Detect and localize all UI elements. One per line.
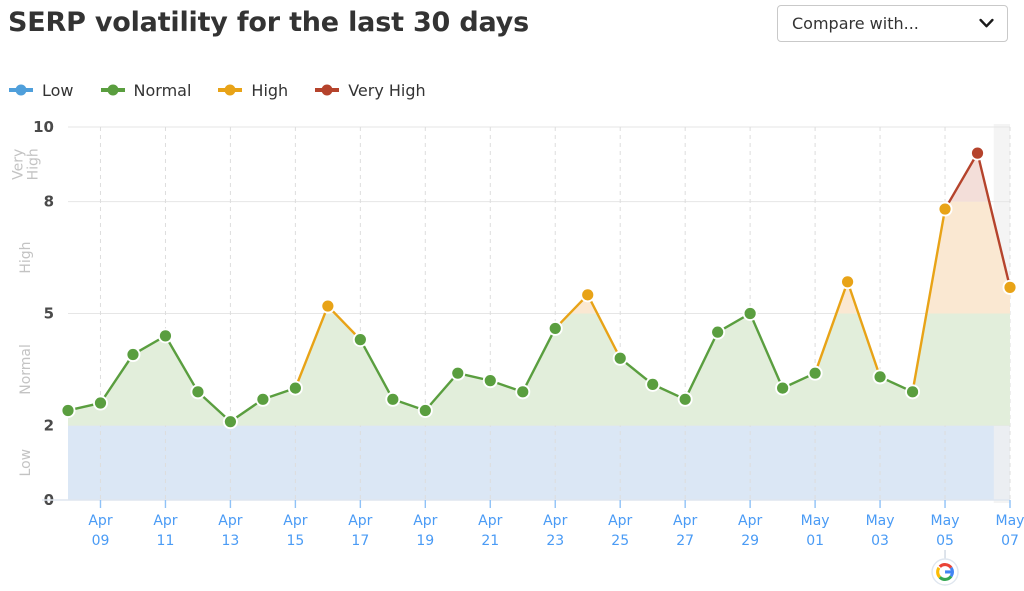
data-point[interactable] — [94, 397, 107, 409]
data-point[interactable] — [906, 386, 919, 398]
data-point[interactable] — [809, 367, 821, 379]
data-point[interactable] — [387, 393, 399, 405]
x-axis-tick-label-month: Apr — [348, 513, 372, 529]
data-point[interactable] — [257, 393, 269, 405]
data-point[interactable] — [452, 367, 464, 379]
data-point[interactable] — [777, 382, 789, 394]
x-axis-tick-label-day: 27 — [676, 533, 694, 549]
x-axis-tick-label-month: Apr — [283, 513, 307, 529]
x-axis-tick-label-day: 19 — [416, 533, 434, 549]
x-axis-tick-label-day: 09 — [92, 533, 110, 549]
chart-area: 0 2 5 8 10 Low Normal High Very High Apr 09 Apr 11 Apr… — [0, 112, 1024, 591]
x-axis-tick-label-day: 15 — [286, 533, 304, 549]
volatility-line-chart: 025810LowNormalHighVery HighApr09Apr11Apr… — [11, 118, 1024, 586]
legend-label: Very High — [348, 80, 426, 100]
legend-marker-icon — [315, 84, 340, 96]
data-point[interactable] — [484, 375, 496, 387]
legend-item-very_high[interactable]: Very High — [314, 80, 426, 100]
x-axis-tick-label-month: Apr — [673, 513, 697, 529]
legend-marker-icon — [100, 84, 125, 96]
x-axis-tick-label-day: 13 — [221, 533, 239, 549]
x-axis-tick-label-day: 11 — [157, 533, 175, 549]
data-point[interactable] — [192, 386, 204, 398]
x-axis-tick-label-month: Apr — [218, 513, 242, 529]
legend-label: High — [251, 80, 289, 100]
x-axis-tick-label-month: Apr — [738, 513, 762, 529]
x-axis-tick-label-day: 25 — [611, 533, 629, 549]
data-point[interactable] — [874, 371, 886, 383]
compare-with-dropdown[interactable]: Compare with... — [777, 5, 1008, 42]
data-point[interactable] — [224, 416, 237, 428]
y-axis-tick-label: 5 — [44, 305, 54, 323]
data-point[interactable] — [582, 289, 594, 301]
legend-marker-icon — [9, 84, 33, 96]
data-point[interactable] — [322, 300, 334, 312]
x-axis-tick-label-day: 29 — [741, 533, 759, 549]
y-axis-band-label: Very — [11, 149, 27, 180]
data-point[interactable] — [354, 334, 366, 346]
data-point[interactable] — [647, 378, 659, 390]
data-point[interactable] — [1004, 281, 1016, 293]
chevron-down-icon — [979, 18, 994, 28]
x-axis-tick-label-month: Apr — [413, 513, 437, 529]
y-axis-band-label: Normal — [18, 344, 34, 395]
data-point[interactable] — [679, 393, 691, 405]
y-axis-tick-label: 10 — [33, 118, 54, 136]
page-title: SERP volatility for the last 30 days — [8, 7, 529, 38]
legend-item-normal[interactable]: Normal — [100, 80, 192, 100]
compare-with-label: Compare with... — [792, 14, 919, 33]
x-axis-tick-label-month: May — [996, 513, 1024, 529]
y-axis-tick-label: 2 — [44, 416, 54, 434]
data-point[interactable] — [971, 147, 984, 159]
y-axis-band-label: Low — [18, 449, 34, 477]
data-point[interactable] — [614, 352, 626, 364]
y-axis-band-label: High — [26, 148, 42, 180]
x-axis-tick-label-month: Apr — [608, 513, 632, 529]
google-logo-icon — [931, 550, 959, 586]
x-axis-tick-label-day: 21 — [481, 533, 499, 549]
x-axis-tick-label-day: 23 — [546, 533, 564, 549]
data-point[interactable] — [744, 307, 756, 320]
x-axis-tick-label-day: 01 — [806, 533, 824, 549]
data-point[interactable] — [841, 276, 854, 288]
data-point[interactable] — [289, 382, 301, 394]
legend-label: Low — [42, 80, 74, 100]
x-axis-tick-label-month: May — [866, 513, 895, 529]
data-point[interactable] — [159, 330, 172, 342]
data-point[interactable] — [712, 326, 724, 338]
data-point[interactable] — [517, 386, 529, 398]
widget-header: SERP volatility for the last 30 days Com… — [0, 0, 1024, 52]
band-low-background — [68, 425, 1010, 500]
x-axis-tick-label-day: 17 — [351, 533, 369, 549]
x-axis-tick-label-month: Apr — [88, 513, 112, 529]
x-axis-tick-label-month: May — [801, 513, 830, 529]
x-axis-tick-label-day: 07 — [1001, 533, 1019, 549]
x-axis-tick-label-month: Apr — [153, 513, 177, 529]
data-point[interactable] — [62, 404, 74, 417]
y-axis-tick-label: 8 — [44, 193, 54, 211]
legend-label: Normal — [133, 80, 192, 100]
data-point[interactable] — [127, 348, 139, 361]
x-axis-tick-label-day: 03 — [871, 533, 889, 549]
x-axis-tick-label-month: May — [931, 513, 960, 529]
x-axis-tick-label-month: Apr — [543, 513, 567, 529]
legend-item-high[interactable]: High — [217, 81, 288, 100]
data-point[interactable] — [939, 203, 951, 215]
data-point[interactable] — [419, 404, 431, 417]
legend-item-low[interactable]: Low — [8, 81, 74, 100]
x-axis-tick-label-month: Apr — [478, 513, 502, 529]
y-axis-band-label: High — [18, 241, 34, 273]
serp-volatility-widget: SERP volatility for the last 30 days Com… — [0, 0, 1024, 591]
legend-marker-icon — [218, 84, 243, 96]
chart-legend: Low Normal High Very High — [8, 76, 426, 104]
data-point[interactable] — [549, 322, 561, 335]
x-axis-tick-label-day: 05 — [936, 533, 954, 549]
